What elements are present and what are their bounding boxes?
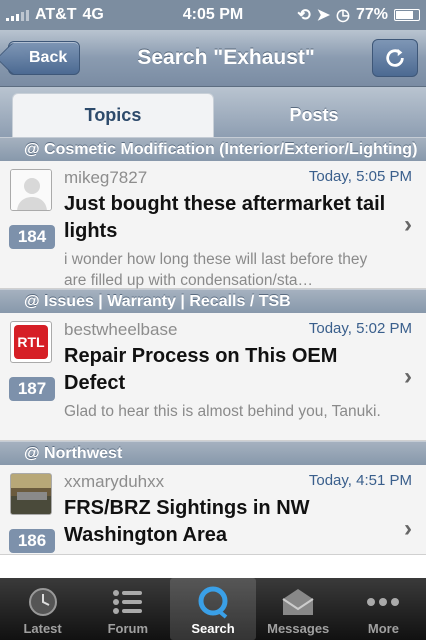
- chevron-right-icon: ›: [404, 211, 412, 238]
- avatar: [10, 169, 52, 211]
- back-button[interactable]: Back: [8, 41, 81, 75]
- carrier: AT&T: [35, 6, 77, 23]
- section-header: @ Issues | Warranty | Recalls / TSB: [0, 289, 426, 313]
- avatar: RTL: [10, 321, 52, 363]
- rtl-logo: RTL: [14, 325, 48, 359]
- reply-count-badge: 187: [9, 377, 55, 401]
- username: bestwheelbase: [64, 320, 178, 339]
- topic-title: Just bought these aftermarket tail light…: [64, 193, 386, 242]
- tab-posts[interactable]: Posts: [214, 93, 414, 137]
- topic-snippet: Glad to hear this is almost behind you, …: [64, 403, 381, 420]
- results-list: @ Cosmetic Modification (Interior/Exteri…: [0, 137, 426, 555]
- list-icon: [110, 585, 146, 619]
- list-item[interactable]: 186 xxmaryduhxx Today, 4:51 PM FRS/BRZ S…: [0, 465, 426, 555]
- rotation-lock-icon: ⟲: [297, 7, 311, 24]
- timestamp: Today, 5:05 PM: [308, 168, 412, 185]
- battery-icon: [394, 9, 420, 21]
- segmented-control: Topics Posts: [0, 87, 426, 137]
- refresh-button[interactable]: [372, 39, 418, 77]
- tab-latest[interactable]: Latest: [0, 578, 85, 640]
- topic-snippet: i wonder how long these will last before…: [64, 251, 368, 289]
- envelope-icon: [280, 585, 316, 619]
- alarm-icon: ◷: [336, 7, 350, 24]
- status-bar: AT&T 4G 4:05 PM ⟲ ➤ ◷ 77%: [0, 0, 426, 30]
- avatar: [10, 473, 52, 515]
- username: mikeg7827: [64, 168, 148, 187]
- search-icon: [195, 585, 231, 619]
- chevron-right-icon: ›: [404, 363, 412, 390]
- page-title: Search "Exhaust": [137, 46, 315, 69]
- list-item[interactable]: RTL 187 bestwheelbase Today, 5:02 PM Rep…: [0, 313, 426, 441]
- topic-title: Repair Process on This OEM Defect: [64, 345, 338, 394]
- username: xxmaryduhxx: [64, 472, 165, 491]
- chevron-right-icon: ›: [404, 515, 412, 542]
- section-header: @ Northwest: [0, 441, 426, 465]
- tab-search[interactable]: Search: [170, 578, 256, 640]
- clock-icon: [25, 585, 61, 619]
- reply-count-badge: 186: [9, 529, 55, 553]
- timestamp: Today, 4:51 PM: [308, 472, 412, 489]
- network: 4G: [82, 6, 104, 23]
- more-icon: [365, 585, 401, 619]
- reply-count-badge: 184: [9, 225, 55, 249]
- tab-topics[interactable]: Topics: [12, 93, 214, 137]
- navigation-bar: Back Search "Exhaust": [0, 30, 426, 87]
- timestamp: Today, 5:02 PM: [308, 320, 412, 337]
- battery-percent: 77%: [355, 6, 388, 23]
- section-header: @ Cosmetic Modification (Interior/Exteri…: [0, 137, 426, 161]
- tab-messages[interactable]: Messages: [256, 578, 341, 640]
- list-item[interactable]: 184 mikeg7827 Today, 5:05 PM Just bought…: [0, 161, 426, 289]
- location-icon: ➤: [316, 7, 330, 24]
- signal-icon: [6, 9, 29, 21]
- topic-title: FRS/BRZ Sightings in NW Washington Area: [64, 497, 310, 546]
- tab-forum[interactable]: Forum: [85, 578, 170, 640]
- tab-more[interactable]: More: [341, 578, 426, 640]
- tab-bar: Latest Forum Search Messages More: [0, 578, 426, 640]
- refresh-icon: [386, 48, 404, 67]
